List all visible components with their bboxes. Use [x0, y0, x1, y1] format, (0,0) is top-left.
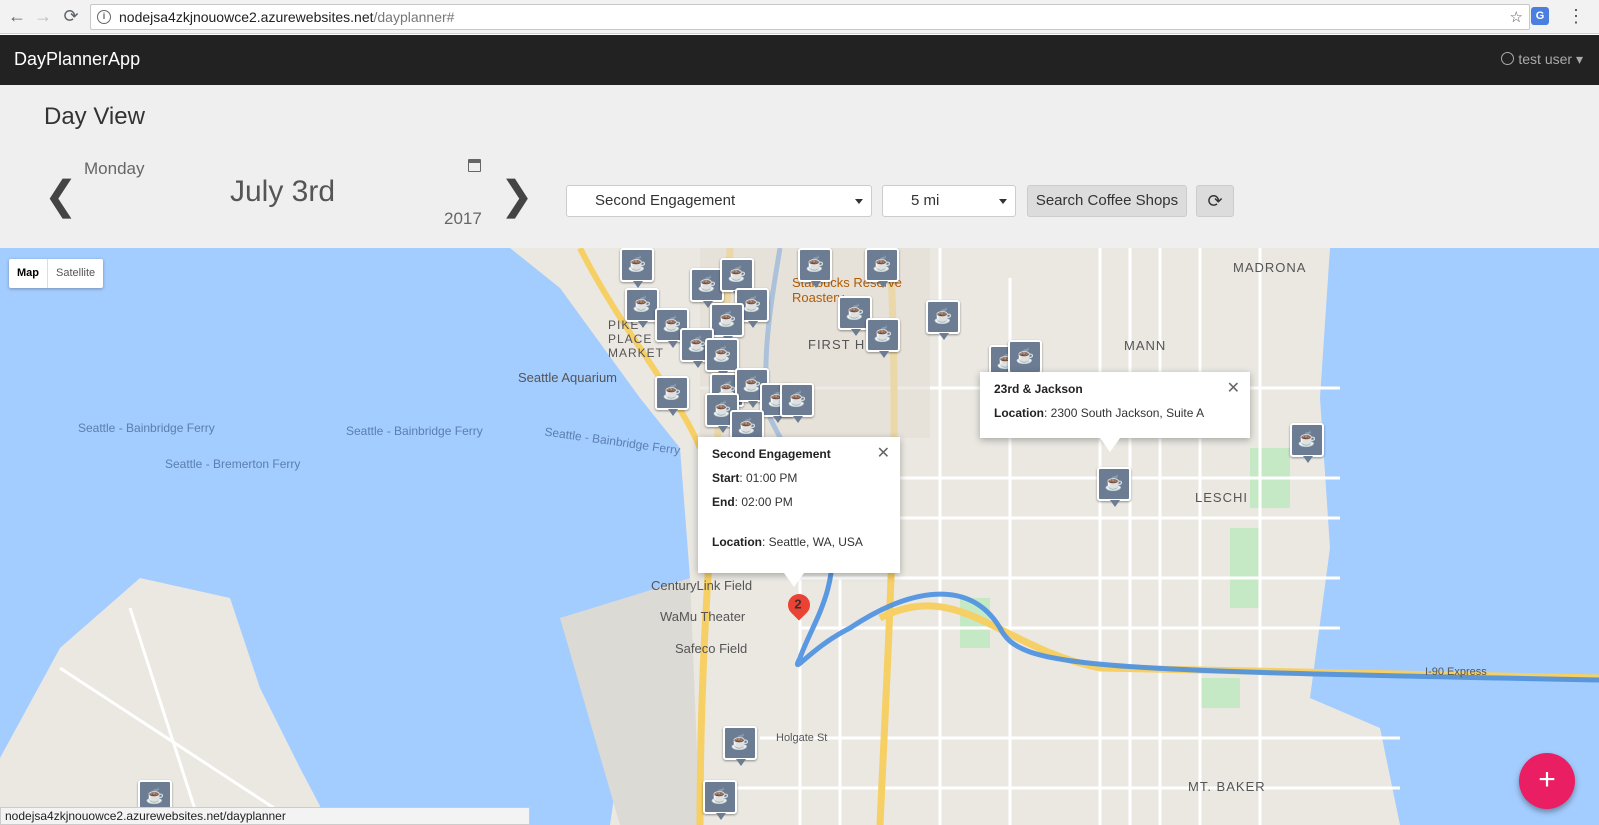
coffee-marker[interactable]: ☕ — [866, 318, 900, 358]
label-mann: MANN — [1124, 338, 1167, 353]
chevron-down-icon — [999, 199, 1007, 204]
calendar-icon[interactable] — [468, 159, 481, 172]
end-label: End — [712, 495, 735, 509]
label-madrona: MADRONA — [1233, 260, 1307, 275]
shop-infowindow: ✕ 23rd & Jackson Location: 2300 South Ja… — [980, 372, 1250, 452]
infowindow-title: Second Engagement — [712, 447, 831, 461]
engagement-infowindow: ✕ Second Engagement Start: 01:00 PM End:… — [698, 437, 900, 587]
next-day-button[interactable]: ❯ — [500, 173, 534, 219]
user-icon — [1501, 52, 1515, 65]
coffee-marker-23rd-jackson[interactable]: ☕ — [1097, 467, 1131, 507]
location-value: : 2300 South Jackson, Suite A — [1044, 406, 1205, 420]
infowindow-tail — [1100, 438, 1120, 452]
bookmark-star-icon[interactable]: ☆ — [1510, 8, 1523, 26]
coffee-marker[interactable]: ☕ — [723, 726, 757, 766]
app-navbar: DayPlannerApp test user ▾ — [0, 35, 1599, 85]
translate-extension-icon[interactable]: G — [1531, 7, 1549, 25]
coffee-marker[interactable]: ☕ — [780, 383, 814, 423]
start-label: Start — [712, 471, 740, 485]
label-holgate: Holgate St — [776, 732, 828, 744]
coffee-marker[interactable]: ☕ — [655, 376, 689, 416]
map-type-map[interactable]: Map — [9, 259, 48, 288]
label-i90: I-90 Express — [1425, 666, 1487, 678]
infowindow-tail — [784, 573, 804, 587]
coffee-marker[interactable]: ☕ — [1290, 423, 1324, 463]
location-label: Location — [712, 535, 762, 549]
back-icon[interactable]: ← — [6, 6, 28, 26]
end-row: End: 02:00 PM — [712, 495, 886, 509]
prev-day-button[interactable]: ❮ — [44, 173, 78, 219]
date-text: July 3rd — [230, 175, 336, 208]
browser-menu-icon[interactable]: ⋮ — [1567, 6, 1585, 27]
label-aquarium: Seattle Aquarium — [518, 370, 618, 385]
page-title: Day View — [44, 103, 145, 130]
close-icon[interactable]: ✕ — [1227, 378, 1240, 398]
info-icon[interactable]: i — [97, 10, 111, 24]
url-path: /dayplanner# — [373, 9, 455, 25]
radius-select[interactable]: 5 mi — [882, 185, 1016, 217]
coffee-marker[interactable]: ☕ — [720, 258, 754, 298]
year: 2017 — [444, 209, 482, 228]
map-type-toggle[interactable]: Map Satellite — [9, 259, 104, 288]
brand[interactable]: DayPlannerApp — [14, 49, 140, 70]
radius-value: 5 mi — [911, 192, 940, 209]
start-row: Start: 01:00 PM — [712, 471, 886, 485]
coffee-marker[interactable]: ☕ — [1008, 340, 1042, 380]
refresh-button[interactable]: ⟳ — [1196, 185, 1234, 217]
label-mt-baker: MT. BAKER — [1188, 779, 1266, 794]
day-panel: Day View ❮ Monday July 3rd 2017 ❯ Second… — [0, 85, 1599, 248]
coffee-marker[interactable]: ☕ — [620, 248, 654, 288]
search-coffee-button[interactable]: Search Coffee Shops — [1027, 185, 1187, 217]
label-wamu: WaMu Theater — [660, 609, 746, 624]
url-host: nodejsa4zkjnouowce2.azurewebsites.net — [119, 9, 374, 25]
label-leschi: LESCHI — [1195, 490, 1248, 505]
coffee-marker[interactable]: ☕ — [690, 268, 724, 308]
address-bar[interactable]: i nodejsa4zkjnouowce2.azurewebsites.net/… — [90, 4, 1530, 30]
url-text[interactable]: nodejsa4zkjnouowce2.azurewebsites.net/da… — [119, 9, 454, 25]
label-bremerton-ferry: Seattle - Bremerton Ferry — [165, 457, 301, 471]
coffee-marker[interactable]: ☕ — [926, 300, 960, 340]
location-row: Location: 2300 South Jackson, Suite A — [994, 406, 1236, 420]
coffee-marker[interactable]: ☕ — [625, 288, 659, 328]
add-engagement-button[interactable]: + — [1519, 753, 1575, 809]
coffee-marker[interactable]: ☕ — [865, 248, 899, 288]
weekday: Monday — [84, 159, 145, 178]
user-name: test user — [1518, 51, 1573, 67]
location-label: Location — [994, 406, 1044, 420]
label-ferry-2: Seattle - Bainbridge Ferry — [346, 424, 483, 438]
engagement-select[interactable]: Second Engagement — [566, 185, 872, 217]
browser-toolbar: ← → ⟳ i nodejsa4zkjnouowce2.azurewebsite… — [0, 0, 1599, 34]
map-type-satellite[interactable]: Satellite — [48, 259, 103, 288]
coffee-marker[interactable]: ☕ — [710, 303, 744, 343]
label-ferry-1: Seattle - Bainbridge Ferry — [78, 421, 215, 435]
user-menu[interactable]: test user ▾ — [1501, 51, 1583, 68]
close-icon[interactable]: ✕ — [877, 443, 890, 463]
coffee-marker[interactable]: ☕ — [705, 338, 739, 378]
label-safeco: Safeco Field — [675, 641, 748, 656]
label-centurylink: CenturyLink Field — [651, 578, 753, 593]
map[interactable]: Map Satellite MADRONA MANN LESCHI MT. BA… — [0, 248, 1599, 825]
chevron-down-icon — [855, 199, 863, 204]
start-value: : 01:00 PM — [739, 471, 798, 485]
coffee-marker[interactable]: ☕ — [798, 248, 832, 288]
reload-icon[interactable]: ⟳ — [60, 6, 82, 26]
forward-icon[interactable]: → — [32, 6, 54, 26]
location-row: Location: Seattle, WA, USA — [712, 535, 886, 549]
status-bar-url: nodejsa4zkjnouowce2.azurewebsites.net/da… — [0, 807, 530, 825]
coffee-marker[interactable]: ☕ — [703, 780, 737, 820]
engagement-value: Second Engagement — [595, 192, 736, 209]
location-value: : Seattle, WA, USA — [762, 535, 863, 549]
infowindow-title: 23rd & Jackson — [994, 382, 1083, 396]
end-value: : 02:00 PM — [734, 495, 793, 509]
pin-number: 2 — [794, 596, 802, 612]
